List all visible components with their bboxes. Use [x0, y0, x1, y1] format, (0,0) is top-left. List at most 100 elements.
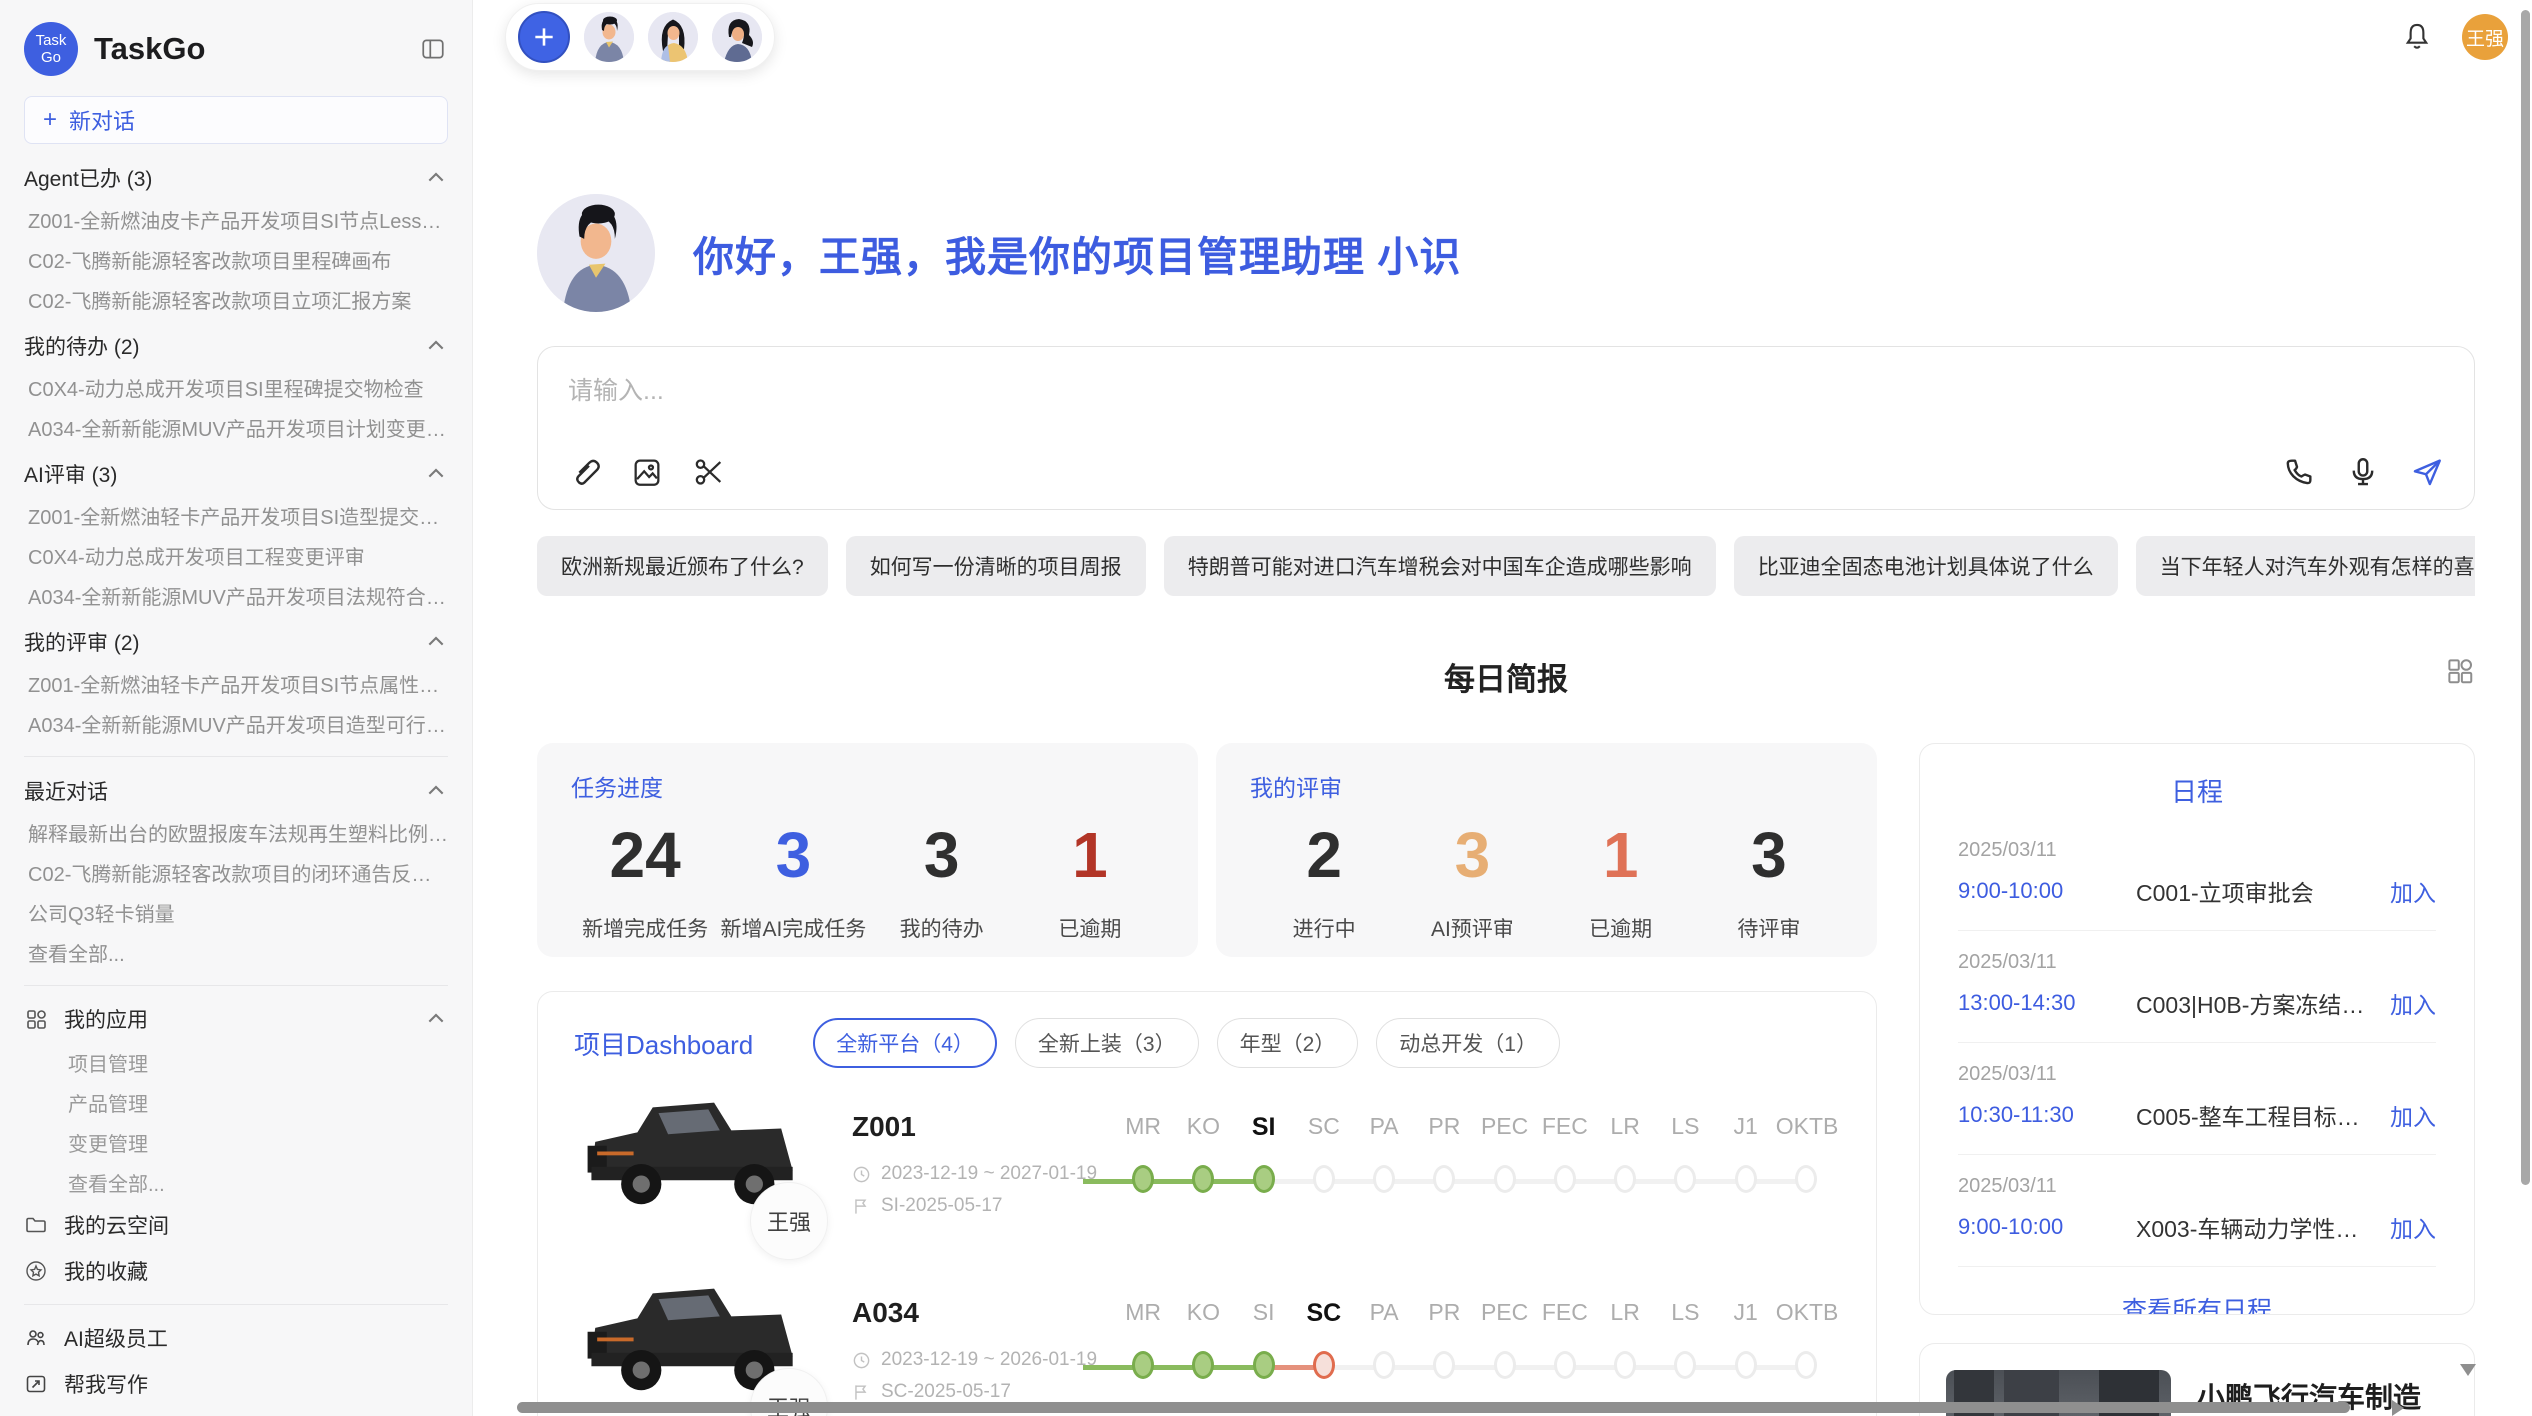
schedule-item: 2025/03/11 9:00-10:00 C001-立项审批会 加入 — [1958, 819, 2436, 931]
sidebar-task-item[interactable]: C0X4-动力总成开发项目工程变更评审 — [24, 538, 448, 578]
milestone-label: OKTB — [1776, 1113, 1836, 1140]
apps-grid-icon — [24, 1007, 48, 1031]
section-my-todo[interactable]: 我的待办 (2) — [24, 322, 448, 370]
suggestion-chip[interactable]: 当下年轻人对汽车外观有怎样的喜好趋势 — [2136, 536, 2475, 596]
contact-avatar[interactable] — [584, 12, 634, 62]
dashboard-tab[interactable]: 全新平台（4） — [813, 1018, 997, 1068]
sidebar-chat-item[interactable]: 公司Q3轻卡销量 — [24, 895, 448, 935]
sidebar-task-item[interactable]: C02-飞腾新能源轻客改款项目里程碑画布 — [24, 242, 448, 282]
schedule-time: 9:00-10:00 — [1958, 878, 2136, 904]
sidebar-item-favorites[interactable]: 我的收藏 — [24, 1248, 448, 1294]
notification-bell-icon[interactable] — [2400, 20, 2434, 54]
chevron-up-icon[interactable] — [424, 334, 448, 358]
folder-icon — [24, 1213, 48, 1237]
project-dashboard-card: 项目Dashboard 全新平台（4）全新上装（3）年型（2）动总开发（1） 王… — [537, 991, 1877, 1416]
join-link[interactable]: 加入 — [2390, 986, 2436, 1020]
sidebar-task-item[interactable]: A034-全新新能源MUV产品开发项目计划变更表编写 — [24, 410, 448, 450]
sidebar-app-item[interactable]: 变更管理 — [24, 1122, 448, 1162]
view-all-schedule-link[interactable]: 查看所有日程 — [1958, 1267, 2436, 1315]
join-link[interactable]: 加入 — [2390, 1098, 2436, 1132]
milestone-label: LR — [1595, 1299, 1655, 1326]
join-link[interactable]: 加入 — [2390, 1210, 2436, 1244]
sidebar-task-item[interactable]: A034-全新新能源MUV产品开发项目造型可行性评审 — [24, 706, 448, 746]
sidebar-item-my-apps[interactable]: 我的应用 — [24, 996, 448, 1042]
suggestion-chip[interactable]: 特朗普可能对进口汽车增税会对中国车企造成哪些影响 — [1164, 536, 1716, 596]
sidebar-task-item[interactable]: Z001-全新燃油皮卡产品开发项目SI节点Lesson Learn报告 — [24, 202, 448, 242]
add-contact-button[interactable] — [518, 11, 570, 63]
vertical-scrollbar[interactable] — [2521, 10, 2530, 1185]
sidebar-chat-item[interactable]: C02-飞腾新能源轻客改款项目的闭环通告反馈情况 — [24, 855, 448, 895]
project-row-z001: 王强 Z001 2023-12-19 ~ 2027-01-19 — [574, 1068, 1840, 1254]
user-avatar[interactable]: 王强 — [2462, 14, 2508, 60]
schedule-date: 2025/03/11 — [1958, 951, 2436, 974]
chevron-up-icon[interactable] — [424, 166, 448, 190]
sidebar-task-item[interactable]: A034-全新新能源MUV产品开发项目法规符合性评审 — [24, 578, 448, 618]
milestone: PA — [1354, 1299, 1414, 1411]
milestone-label: SC — [1294, 1113, 1354, 1140]
section-my-review[interactable]: 我的评审 (2) — [24, 618, 448, 666]
section-recent-chats[interactable]: 最近对话 — [24, 767, 448, 815]
task-progress-card: 任务进度 24 新增完成任务 3 — [537, 743, 1198, 957]
section-ai-review[interactable]: AI评审 (3) — [24, 450, 448, 498]
schedule-date: 2025/03/11 — [1958, 1063, 2436, 1086]
chevron-up-icon[interactable] — [424, 462, 448, 486]
sidebar-collapse-icon[interactable] — [418, 34, 448, 64]
plus-icon — [531, 24, 557, 50]
attachment-icon[interactable] — [568, 455, 602, 489]
sidebar-app-item[interactable]: 项目管理 — [24, 1042, 448, 1082]
composer-placeholder[interactable]: 请输入... — [568, 371, 2444, 407]
new-chat-button[interactable]: + 新对话 — [24, 96, 448, 144]
stat-value: 1 — [1016, 817, 1164, 893]
clock-icon — [852, 1351, 871, 1370]
sidebar-item-write-for-me[interactable]: 帮我写作 — [24, 1361, 448, 1407]
card-title: 我的评审 — [1250, 769, 1843, 803]
scissors-icon[interactable] — [692, 455, 726, 489]
sidebar-app-item[interactable]: 产品管理 — [24, 1082, 448, 1122]
send-icon[interactable] — [2410, 455, 2444, 489]
sidebar-task-item[interactable]: Z001-全新燃油轻卡产品开发项目SI造型提交物评审 — [24, 498, 448, 538]
sidebar-item-ai-super-staff[interactable]: AI超级员工 — [24, 1315, 448, 1361]
section-agent-done[interactable]: Agent已办 (3) — [24, 154, 448, 202]
chevron-up-icon[interactable] — [424, 630, 448, 654]
greeting-row: 你好，王强，我是你的项目管理助理 小识 — [537, 194, 2475, 312]
stat-item: 2 进行中 — [1250, 817, 1398, 943]
sidebar-task-item[interactable]: C02-飞腾新能源轻客改款项目立项汇报方案 — [24, 282, 448, 322]
sidebar-chat-item[interactable]: 查看全部... — [24, 935, 448, 975]
dashboard-tab[interactable]: 年型（2） — [1217, 1018, 1359, 1068]
contact-avatar[interactable] — [648, 12, 698, 62]
suggestion-chip[interactable]: 欧洲新规最近颁布了什么? — [537, 536, 828, 596]
scroll-down-arrow-icon[interactable] — [2460, 1364, 2476, 1376]
layout-grid-icon[interactable] — [2445, 656, 2475, 686]
sidebar: Task Go TaskGo + 新对话 Agent已办 (3) Z001-全新… — [0, 0, 473, 1416]
sidebar-task-item[interactable]: C0X4-动力总成开发项目SI里程碑提交物检查 — [24, 370, 448, 410]
milestone-dot — [1554, 1351, 1576, 1379]
dashboard-tab[interactable]: 动总开发（1） — [1376, 1018, 1560, 1068]
chevron-up-icon[interactable] — [424, 1007, 448, 1031]
milestone: PEC — [1475, 1113, 1535, 1225]
milestone: MR — [1113, 1113, 1173, 1225]
stat-value: 2 — [1250, 817, 1398, 893]
stat-label: 待评审 — [1695, 913, 1843, 943]
sidebar-item-creative-drawing[interactable]: 创意制图 — [24, 1407, 448, 1416]
chevron-up-icon[interactable] — [424, 779, 448, 803]
suggestion-chip[interactable]: 比亚迪全固态电池计划具体说了什么 — [1734, 536, 2118, 596]
contact-avatar[interactable] — [712, 12, 762, 62]
sidebar-app-item[interactable]: 查看全部... — [24, 1162, 448, 1202]
suggestion-chips: 欧洲新规最近颁布了什么? 如何写一份清晰的项目周报特朗普可能对进口汽车增税会对中国… — [537, 536, 2475, 596]
dashboard-tab[interactable]: 全新上装（3） — [1015, 1018, 1199, 1068]
suggestion-chip[interactable]: 如何写一份清晰的项目周报 — [846, 536, 1146, 596]
microphone-icon[interactable] — [2346, 455, 2380, 489]
message-composer[interactable]: 请输入... — [537, 346, 2475, 510]
join-link[interactable]: 加入 — [2390, 874, 2436, 908]
horizontal-scrollbar[interactable] — [517, 1402, 2350, 1413]
sidebar-task-item[interactable]: Z001-全新燃油轻卡产品开发项目SI节点属性5D文件评审 — [24, 666, 448, 706]
sidebar-chat-item[interactable]: 解释最新出台的欧盟报废车法规再生塑料比例被调至15%... — [24, 815, 448, 855]
milestone: PA — [1354, 1113, 1414, 1225]
milestone-dot — [1313, 1351, 1335, 1379]
scroll-right-arrow-icon[interactable] — [2392, 1400, 2404, 1416]
project-owner-badge: 王强 — [750, 1182, 828, 1260]
phone-icon[interactable] — [2282, 455, 2316, 489]
clock-icon — [852, 1165, 871, 1184]
sidebar-item-cloud-space[interactable]: 我的云空间 — [24, 1202, 448, 1248]
image-icon[interactable] — [630, 455, 664, 489]
